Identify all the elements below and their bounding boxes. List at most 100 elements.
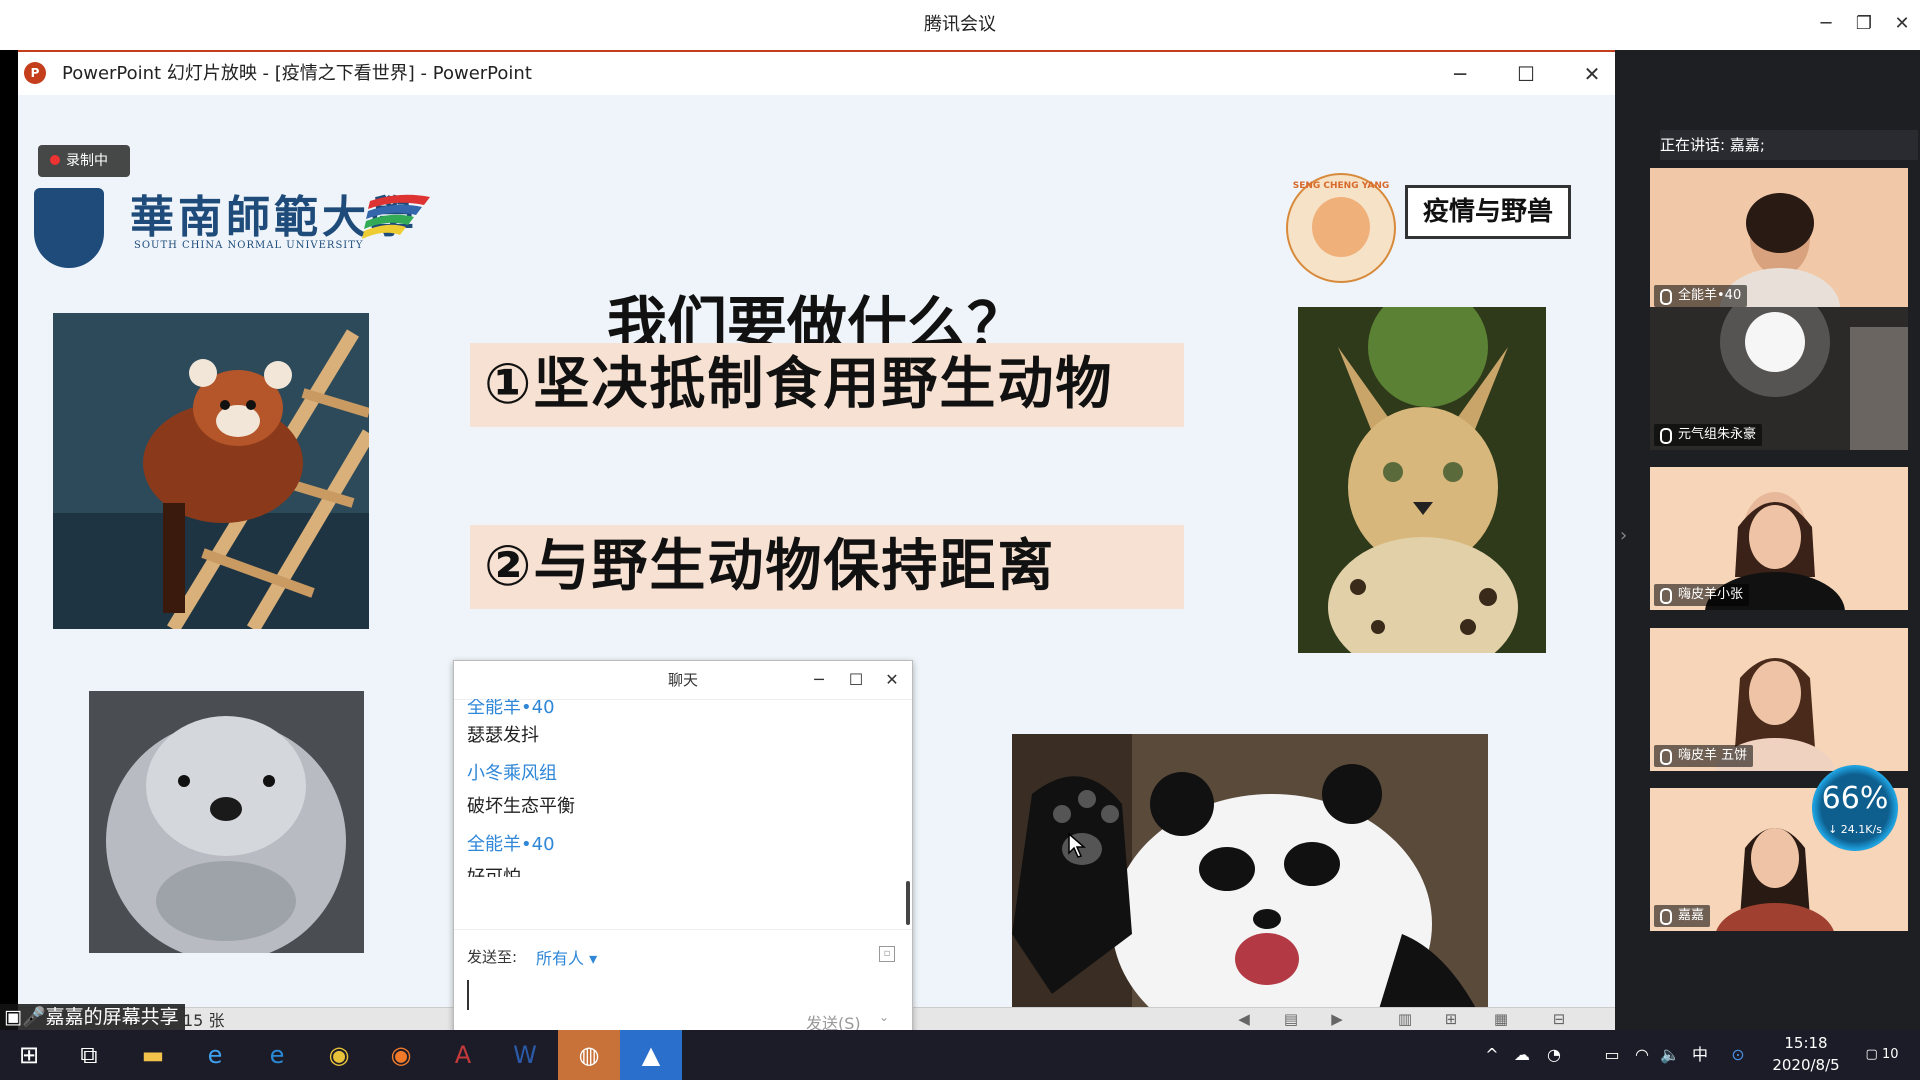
tray-overflow-chevron-icon[interactable]: ^ [1478,1030,1506,1080]
meeting-close-button[interactable]: ✕ [1886,8,1918,40]
recording-label: 录制中 [66,153,108,169]
university-crest-icon [34,188,104,268]
ppt-maximize-button[interactable]: ☐ [1506,58,1546,90]
tencent-meeting-icon[interactable]: ▲ [620,1030,682,1080]
chat-close-button[interactable]: ✕ [879,667,905,693]
point-2-banner: ②与野生动物保持距离 [470,525,1184,609]
input-method-icon[interactable]: ⊙ [1724,1030,1752,1080]
speed-rate: ↓ 24.1K/s [1828,823,1882,836]
previous-slide-icon[interactable]: ◀ [1233,1010,1255,1028]
participant-name: 嘉嘉 [1654,905,1711,927]
mouse-cursor-icon [1068,833,1086,858]
access-app-icon[interactable]: A [434,1030,492,1080]
chat-scrollbar[interactable] [906,881,910,925]
participant-name: 嗨皮羊 五饼 [1654,745,1754,767]
chat-text-input[interactable] [467,980,469,1010]
chat-sender: 全能羊•40 [467,699,555,718]
chat-message-list[interactable]: 全能羊•40 瑟瑟发抖 小冬乘风组 破坏生态平衡 全能羊•40 好可怕 [454,699,904,877]
chat-message: 瑟瑟发抖 [467,725,539,746]
send-to-dropdown[interactable]: 所有人 ▾ [536,945,597,969]
task-view-icon[interactable]: ⧉ [60,1030,118,1080]
participant-tile[interactable]: 嗨皮羊 五饼 [1650,628,1908,771]
battery-icon[interactable]: ▭ [1598,1030,1626,1080]
participant-name: 元气组朱永豪 [1654,424,1763,446]
chat-input-area: 发送至: 所有人 ▾ ▫ 发送(S) ⌄ [454,929,912,1034]
windows-taskbar: ⊞ ⧉ ▬ e e ◉ ◉ A W ◍ ▲ ^ ☁ ◔ ▭ ◠ 🔈 中 ⊙ 15… [0,1030,1920,1080]
ppt-close-button[interactable]: ✕ [1572,58,1612,90]
sea-otter-photo [89,691,364,953]
microphone-icon [1660,909,1672,925]
internet-explorer-icon[interactable]: e [186,1030,244,1080]
send-options-chevron-icon[interactable]: ⌄ [879,1010,889,1024]
sheep-logo: SENG CHENG YANG [1286,173,1396,283]
ppt-minimize-button[interactable]: ─ [1440,58,1480,90]
university-flag-icon [362,194,430,239]
participant-name: 全能羊•40 [1654,285,1748,307]
next-slide-icon[interactable]: ▶ [1326,1010,1348,1028]
university-name-en: SOUTH CHINA NORMAL UNIVERSITY [134,240,364,251]
network-speed-widget[interactable]: 66% ↓ 24.1K/s [1812,765,1898,851]
chat-window: 聊天 ─ ☐ ✕ 全能羊•40 瑟瑟发抖 小冬乘风组 破坏生态平衡 全能羊•40… [453,660,913,1034]
notification-center-icon[interactable]: ▢ 10 [1860,1040,1904,1070]
slide-menu-icon[interactable]: ▤ [1280,1010,1302,1028]
normal-view-icon[interactable]: ▥ [1394,1010,1416,1028]
chat-minimize-button[interactable]: ─ [806,667,832,693]
meeting-titlebar: 腾讯会议 ─ ❐ ✕ [0,0,1920,51]
screen-share-icon: ▣🎤 [4,1006,46,1028]
slideshow-view-icon[interactable]: ⊟ [1548,1010,1570,1028]
participant-tile[interactable]: 全能羊•40 [1650,168,1908,311]
wifi-icon[interactable]: ◠ [1628,1030,1656,1080]
giant-panda-photo [1012,734,1488,1007]
sheep-app-icon[interactable]: ◍ [558,1030,620,1080]
participant-name: 嗨皮羊小张 [1654,584,1750,606]
screen-share-label: ▣🎤嘉嘉的屏幕共享 [0,1004,185,1030]
firefox-browser-icon[interactable]: ◉ [372,1030,430,1080]
screen-share-text: 嘉嘉的屏幕共享 [45,1006,179,1028]
recording-badge: 录制中 [38,145,130,177]
powerpoint-logo-icon: P [24,62,46,84]
edge-browser-icon[interactable]: e [248,1030,306,1080]
participant-tile[interactable]: 嗨皮羊小张 [1650,467,1908,610]
onedrive-cloud-icon[interactable]: ☁ [1508,1030,1536,1080]
meeting-minimize-button[interactable]: ─ [1810,8,1842,40]
chrome-browser-icon[interactable]: ◉ [310,1030,368,1080]
word-app-icon[interactable]: W [496,1030,554,1080]
microphone-icon [1660,289,1672,305]
speed-percent: 66% [1821,781,1889,816]
microphone-icon [1660,588,1672,604]
file-explorer-icon[interactable]: ▬ [124,1030,182,1080]
participant-tile[interactable]: 元气组朱永豪 [1650,307,1908,450]
microphone-icon [1660,428,1672,444]
chat-sender: 全能羊•40 [467,834,555,855]
sheep-face-icon [1312,197,1370,257]
windows-start-icon[interactable]: ⊞ [0,1030,58,1080]
chat-message: 破坏生态平衡 [467,796,575,817]
record-dot-icon [50,155,60,165]
powerpoint-title: PowerPoint 幻灯片放映 - [疫情之下看世界] - PowerPoin… [62,63,532,84]
red-panda-photo [53,313,369,629]
expand-panel-chevron-icon[interactable]: › [1620,525,1627,546]
speaking-indicator: 正在讲话: 嘉嘉; [1660,130,1918,160]
point-1-banner: ①坚决抵制食用野生动物 [470,343,1184,427]
chat-titlebar: 聊天 ─ ☐ ✕ [454,661,912,700]
microphone-icon [1660,749,1672,765]
slide-count: 15 张 [183,1011,225,1030]
chat-maximize-button[interactable]: ☐ [843,667,869,693]
sheep-logo-text: SENG CHENG YANG [1292,181,1390,191]
notification-count: 10 [1881,1047,1899,1062]
tray-app-icon[interactable]: ◔ [1540,1030,1568,1080]
reading-view-icon[interactable]: ▦ [1490,1010,1512,1028]
slide-sorter-icon[interactable]: ⊞ [1440,1010,1462,1028]
meeting-title: 腾讯会议 [924,14,996,35]
ime-indicator[interactable]: 中 [1686,1030,1714,1080]
volume-icon[interactable]: 🔈 [1656,1030,1684,1080]
meeting-restore-button[interactable]: ❐ [1848,8,1880,40]
send-to-label: 发送至: [467,948,518,966]
clock-time[interactable]: 15:18 [1770,1034,1842,1052]
topic-box: 疫情与野兽 [1405,185,1571,239]
chat-message: 好可怕 [467,863,521,877]
clock-date[interactable]: 2020/8/5 [1770,1056,1842,1074]
powerpoint-titlebar: P PowerPoint 幻灯片放映 - [疫情之下看世界] - PowerPo… [18,50,1616,97]
chat-sender: 小冬乘风组 [467,763,557,784]
collapse-panel-icon[interactable]: ▫ [879,946,895,962]
